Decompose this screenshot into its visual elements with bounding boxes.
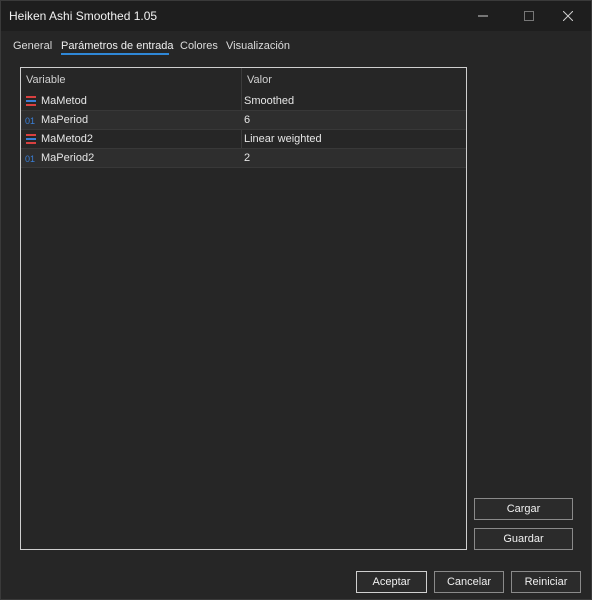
close-icon <box>563 11 573 21</box>
table-row[interactable]: 01 MaPeriod 6 <box>21 111 466 130</box>
reset-button[interactable]: Reiniciar <box>511 571 581 593</box>
integer-01-icon: 01 <box>25 114 37 126</box>
variable-value[interactable]: Linear weighted <box>244 133 322 145</box>
dialog-window: Heiken Ashi Smoothed 1.05 General Paráme… <box>0 0 592 600</box>
svg-text:01: 01 <box>25 116 35 126</box>
table-row[interactable]: MaMetod Smoothed <box>21 92 466 111</box>
variable-value[interactable]: 6 <box>244 114 250 126</box>
cancel-button[interactable]: Cancelar <box>434 571 504 593</box>
table-row[interactable]: 01 MaPeriod2 2 <box>21 149 466 168</box>
variable-value[interactable]: 2 <box>244 152 250 164</box>
column-header-variable[interactable]: Variable <box>26 74 66 86</box>
svg-text:01: 01 <box>25 154 35 164</box>
variable-name: MaMetod <box>41 95 87 107</box>
minimize-icon <box>478 15 488 17</box>
column-header-value[interactable]: Valor <box>247 74 272 86</box>
table-header-row: Variable Valor <box>21 68 466 91</box>
tab-input-parameters[interactable]: Parámetros de entrada <box>61 40 174 52</box>
integer-01-icon: 01 <box>25 152 37 164</box>
variable-name: MaMetod2 <box>41 133 93 145</box>
load-button[interactable]: Cargar <box>474 498 573 520</box>
title-bar[interactable]: Heiken Ashi Smoothed 1.05 <box>1 1 591 31</box>
variable-name: MaPeriod <box>41 114 89 126</box>
tab-visualization[interactable]: Visualización <box>226 40 290 52</box>
close-button[interactable] <box>545 1 591 31</box>
variable-name: MaPeriod2 <box>41 152 95 164</box>
ok-button[interactable]: Aceptar <box>356 571 427 593</box>
save-button[interactable]: Guardar <box>474 528 573 550</box>
enum-list-icon <box>25 95 37 107</box>
active-tab-indicator <box>61 53 169 55</box>
table-row[interactable]: MaMetod2 Linear weighted <box>21 130 466 149</box>
parameters-table: Variable Valor MaMetod Smoothed 01 MaPer… <box>20 67 467 550</box>
window-title: Heiken Ashi Smoothed 1.05 <box>9 9 158 23</box>
tab-bar: General Parámetros de entrada Colores Vi… <box>1 37 591 59</box>
maximize-icon <box>524 11 534 21</box>
minimize-button[interactable] <box>460 1 506 31</box>
tab-general[interactable]: General <box>13 40 52 52</box>
variable-value[interactable]: Smoothed <box>244 95 294 107</box>
enum-list-icon <box>25 133 37 145</box>
tab-colors[interactable]: Colores <box>180 40 218 52</box>
